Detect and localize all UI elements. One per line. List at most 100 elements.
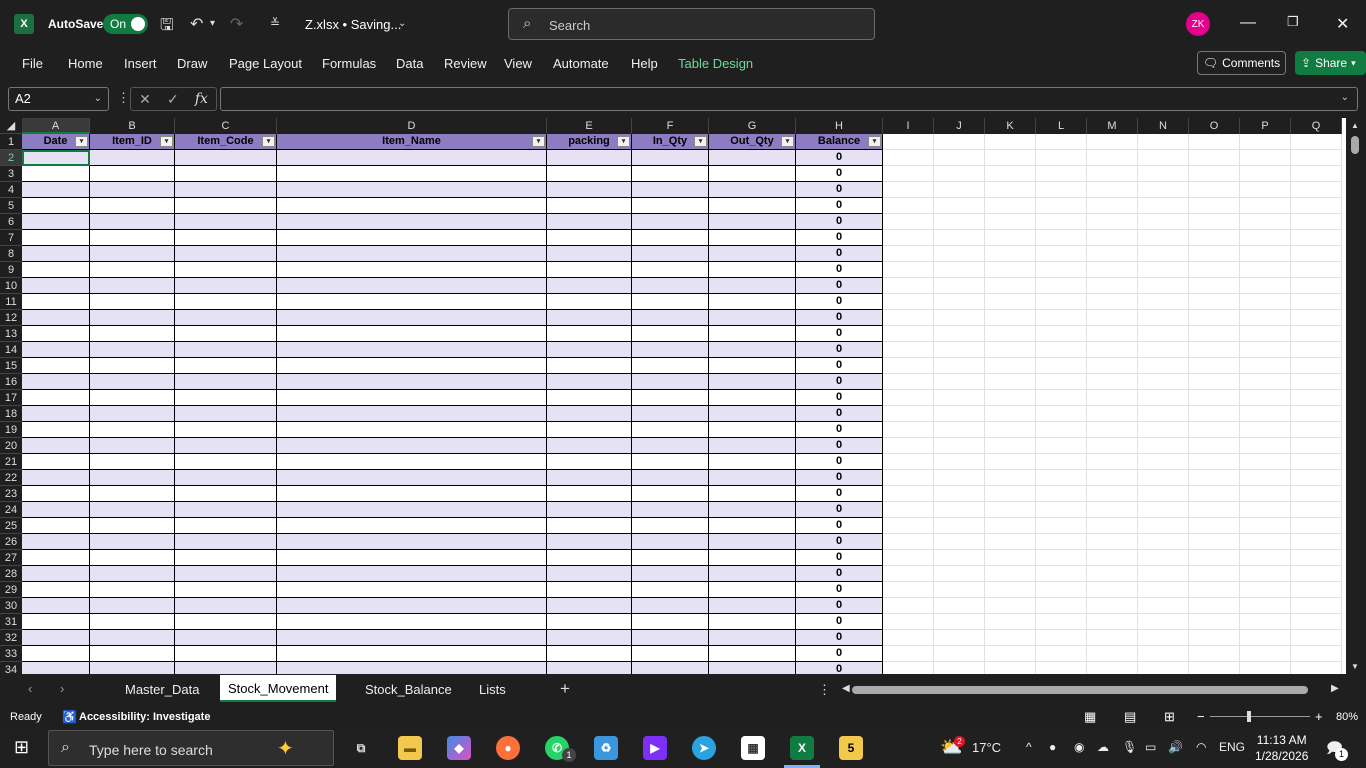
row-header[interactable]: 5 xyxy=(0,198,22,214)
table-cell[interactable] xyxy=(175,422,277,438)
table-cell[interactable] xyxy=(709,534,796,550)
autosave-toggle[interactable]: On xyxy=(103,14,148,34)
table-cell[interactable] xyxy=(277,198,547,214)
grid-cell[interactable] xyxy=(934,230,985,246)
table-cell[interactable]: 0 xyxy=(796,470,883,486)
grid-cell[interactable] xyxy=(1189,150,1240,166)
table-cell[interactable] xyxy=(632,646,709,662)
grid-cell[interactable] xyxy=(1036,470,1087,486)
table-cell[interactable] xyxy=(547,470,632,486)
table-cell[interactable] xyxy=(175,262,277,278)
grid-cell[interactable] xyxy=(1189,134,1240,150)
grid-cell[interactable] xyxy=(934,454,985,470)
table-cell[interactable] xyxy=(90,566,175,582)
table-cell[interactable] xyxy=(90,278,175,294)
grid-cell[interactable] xyxy=(1291,486,1342,502)
grid-cell[interactable] xyxy=(1087,230,1138,246)
table-cell[interactable] xyxy=(709,262,796,278)
table-cell[interactable] xyxy=(22,166,90,182)
table-cell[interactable] xyxy=(22,214,90,230)
grid-cell[interactable] xyxy=(985,150,1036,166)
grid-cell[interactable] xyxy=(934,406,985,422)
table-cell[interactable] xyxy=(277,566,547,582)
app-5-icon[interactable]: 5 xyxy=(839,736,863,760)
table-cell[interactable] xyxy=(632,550,709,566)
table-cell[interactable]: 0 xyxy=(796,614,883,630)
grid-cell[interactable] xyxy=(1036,422,1087,438)
grid-cell[interactable] xyxy=(1036,198,1087,214)
media-player-icon[interactable]: ▶ xyxy=(643,736,667,760)
grid-cell[interactable] xyxy=(1087,454,1138,470)
row-header[interactable]: 16 xyxy=(0,374,22,390)
table-cell[interactable] xyxy=(709,598,796,614)
grid-cell[interactable] xyxy=(1240,182,1291,198)
formula-input[interactable]: ⌄ xyxy=(220,87,1358,111)
table-cell[interactable]: 0 xyxy=(796,246,883,262)
table-cell[interactable] xyxy=(90,550,175,566)
grid-cell[interactable] xyxy=(1087,438,1138,454)
table-cell[interactable] xyxy=(175,182,277,198)
grid-cell[interactable] xyxy=(1036,294,1087,310)
table-cell[interactable] xyxy=(277,454,547,470)
grid-cell[interactable] xyxy=(1138,374,1189,390)
row-header[interactable]: 27 xyxy=(0,550,22,566)
copilot-icon[interactable]: ◆ xyxy=(447,736,471,760)
row-header[interactable]: 2 xyxy=(0,150,22,166)
grid-cell[interactable] xyxy=(1138,326,1189,342)
table-cell[interactable] xyxy=(22,198,90,214)
grid-cell[interactable] xyxy=(985,470,1036,486)
table-cell[interactable] xyxy=(175,534,277,550)
grid-cell[interactable] xyxy=(1087,214,1138,230)
grid-cell[interactable] xyxy=(883,550,934,566)
column-header-o[interactable]: O xyxy=(1189,118,1240,134)
grid-cell[interactable] xyxy=(883,518,934,534)
table-cell[interactable] xyxy=(547,598,632,614)
grid-cell[interactable] xyxy=(1291,550,1342,566)
table-cell[interactable] xyxy=(175,246,277,262)
grid-cell[interactable] xyxy=(985,246,1036,262)
table-cell[interactable] xyxy=(277,294,547,310)
table-cell[interactable] xyxy=(175,374,277,390)
table-cell[interactable] xyxy=(632,262,709,278)
grid-cell[interactable] xyxy=(1189,182,1240,198)
row-header[interactable]: 24 xyxy=(0,502,22,518)
table-cell[interactable] xyxy=(175,646,277,662)
grid-cell[interactable] xyxy=(883,454,934,470)
grid-cell[interactable] xyxy=(1087,630,1138,646)
grid-cell[interactable] xyxy=(1189,166,1240,182)
filename-chevron-icon[interactable]: ⌄ xyxy=(398,18,406,29)
grid-cell[interactable] xyxy=(985,582,1036,598)
table-cell[interactable] xyxy=(547,614,632,630)
grid-cell[interactable] xyxy=(934,134,985,150)
filter-dropdown-icon[interactable]: ▾ xyxy=(262,136,275,147)
grid-cell[interactable] xyxy=(883,326,934,342)
table-cell[interactable] xyxy=(709,230,796,246)
table-cell[interactable] xyxy=(547,374,632,390)
row-header[interactable]: 12 xyxy=(0,310,22,326)
table-cell[interactable]: 0 xyxy=(796,422,883,438)
table-cell[interactable] xyxy=(175,390,277,406)
zoom-slider[interactable] xyxy=(1210,716,1310,717)
wifi-icon[interactable]: ◠ xyxy=(1196,740,1206,754)
table-header-cell[interactable]: Out_Qty ▾ xyxy=(709,134,796,150)
table-cell[interactable] xyxy=(90,390,175,406)
grid-cell[interactable] xyxy=(1138,662,1189,674)
grid-cell[interactable] xyxy=(1036,614,1087,630)
grid-cell[interactable] xyxy=(1291,582,1342,598)
grid-cell[interactable] xyxy=(1240,262,1291,278)
table-cell[interactable] xyxy=(709,358,796,374)
table-header-cell[interactable]: Item_Name ▾ xyxy=(277,134,547,150)
taskbar-search[interactable]: ⌕ Type here to search ✦ xyxy=(48,730,334,766)
table-cell[interactable] xyxy=(175,502,277,518)
grid-cell[interactable] xyxy=(1240,470,1291,486)
grid-cell[interactable] xyxy=(1138,470,1189,486)
grid-cell[interactable] xyxy=(1240,326,1291,342)
row-header[interactable]: 33 xyxy=(0,646,22,662)
table-cell[interactable] xyxy=(547,390,632,406)
table-cell[interactable] xyxy=(90,582,175,598)
grid-cell[interactable] xyxy=(883,582,934,598)
grid-cell[interactable] xyxy=(1189,630,1240,646)
grid-cell[interactable] xyxy=(1240,518,1291,534)
table-cell[interactable] xyxy=(175,550,277,566)
table-cell[interactable] xyxy=(277,646,547,662)
